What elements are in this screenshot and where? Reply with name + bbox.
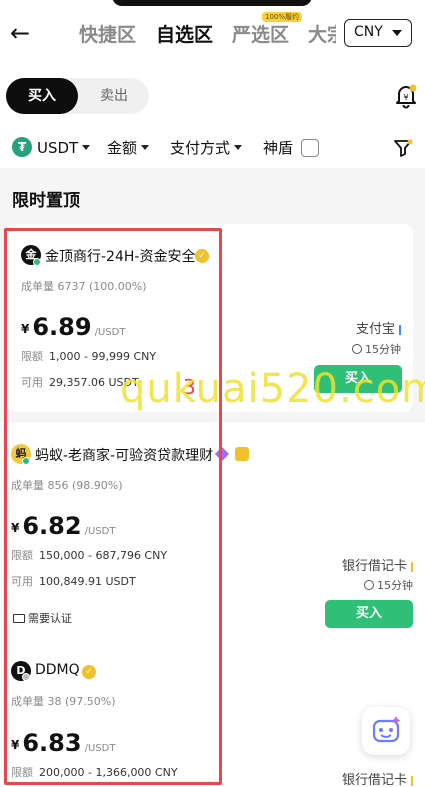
tab-bulk[interactable]: 大宗 — [308, 20, 336, 47]
shield-filter-label: 神盾 — [263, 139, 294, 157]
payment-method: 银行借记卡 — [342, 769, 414, 787]
svg-text:¥: ¥ — [403, 93, 408, 102]
caret-down-icon — [141, 145, 150, 150]
alipay-marker — [399, 324, 402, 335]
payment-method: 支付宝 — [356, 318, 402, 337]
top-nav: ← 快捷区 自选区 严选区 100%履约 大宗 CNY — [0, 0, 425, 66]
tab-quick[interactable]: 快捷区 — [79, 20, 136, 47]
coin-filter[interactable]: ₮ USDT — [12, 136, 91, 160]
caret-down-icon — [234, 145, 243, 150]
currency-value: CNY — [354, 24, 383, 40]
section-title: 限时置顶 — [12, 191, 80, 211]
timer-value: 15分钟 — [377, 579, 413, 592]
back-arrow-icon[interactable]: ← — [10, 20, 30, 46]
currency-select[interactable]: CNY — [344, 19, 412, 47]
buy-sell-toggle: 买入 卖出 — [6, 78, 149, 114]
amount-filter[interactable]: 金额 — [107, 136, 150, 160]
shield-checkbox[interactable] — [301, 139, 319, 157]
payment-method-label: 银行借记卡 — [342, 773, 408, 787]
watermark: qukuai520.com — [120, 366, 425, 412]
pay-timer: 15分钟 — [352, 341, 401, 357]
bell-icon[interactable]: ¥ — [394, 83, 418, 109]
buy-button[interactable]: 买入 — [325, 600, 413, 628]
payment-method-label: 银行借记卡 — [342, 559, 408, 574]
usdt-icon: ₮ — [12, 137, 32, 157]
payment-filter[interactable]: 支付方式 — [170, 136, 243, 160]
fulfil-badge: 100%履约 — [262, 12, 303, 22]
tab-strict[interactable]: 严选区 — [232, 20, 289, 47]
coin-filter-label: USDT — [37, 139, 79, 157]
caret-down-icon — [392, 30, 402, 36]
amount-filter-label: 金额 — [107, 139, 138, 157]
bank-card-marker — [411, 775, 414, 786]
pay-timer: 15分钟 — [364, 577, 413, 593]
buy-toggle[interactable]: 买入 — [6, 78, 78, 114]
clock-icon — [352, 344, 362, 354]
filter-funnel-icon[interactable] — [393, 138, 413, 158]
ai-assistant-button[interactable] — [362, 707, 410, 755]
sell-toggle[interactable]: 卖出 — [82, 78, 146, 114]
clock-icon — [364, 580, 374, 590]
bank-card-marker — [411, 561, 414, 572]
caret-down-icon — [82, 145, 91, 150]
tab-selected[interactable]: 自选区 — [156, 20, 213, 47]
payment-method: 银行借记卡 — [342, 555, 414, 574]
lock-badge-icon — [235, 447, 249, 461]
timer-value: 15分钟 — [365, 343, 401, 356]
robot-face-icon — [372, 716, 401, 743]
payment-method-label: 支付宝 — [356, 322, 396, 337]
payment-filter-label: 支付方式 — [170, 139, 231, 157]
highlight-box — [4, 228, 222, 785]
